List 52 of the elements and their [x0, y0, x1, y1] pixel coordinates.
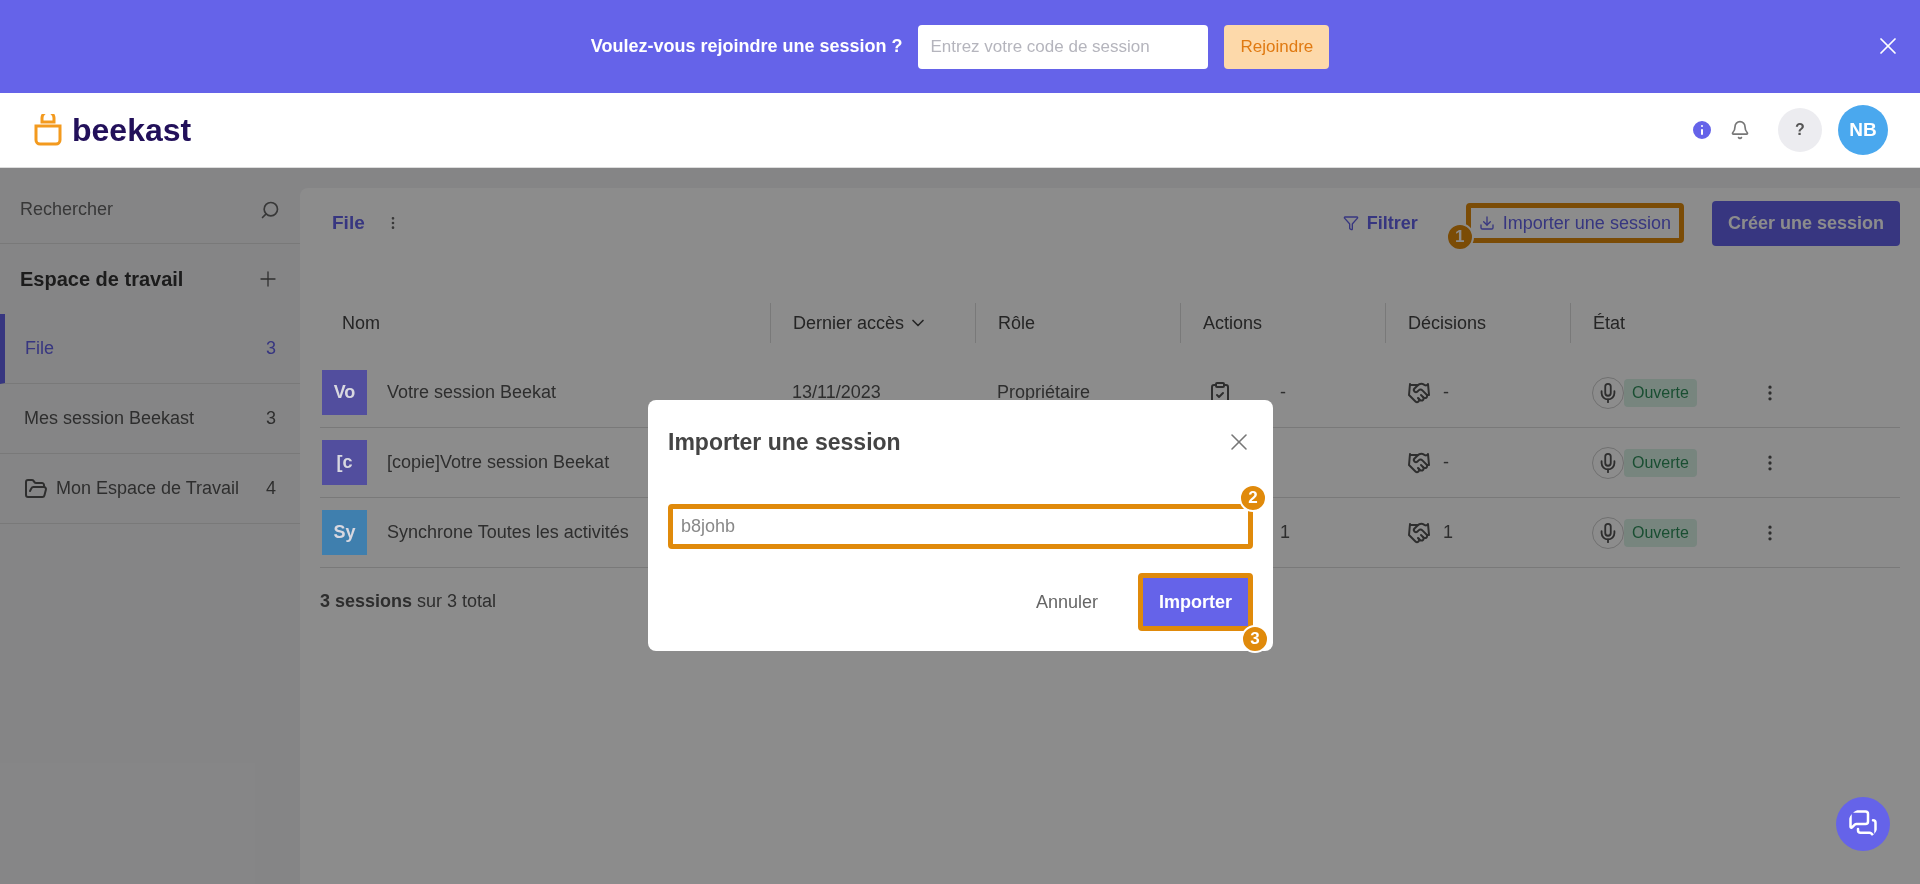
help-button[interactable]: ?: [1778, 108, 1822, 152]
logo-icon: [32, 114, 64, 146]
user-avatar[interactable]: NB: [1838, 105, 1888, 155]
status-badge: Ouverte: [1624, 378, 1697, 407]
column-header: Actions: [1203, 311, 1263, 335]
table-cell-text: -: [1280, 381, 1286, 404]
folder-icon: [24, 476, 48, 501]
step-number-badge: 3: [1241, 625, 1269, 653]
handshake-icon: [1407, 380, 1431, 405]
download-icon: [1478, 215, 1495, 231]
import-button[interactable]: Importer: [1138, 573, 1253, 631]
logo-wordmark: beekast: [72, 111, 192, 150]
handshake-icon: [1407, 450, 1431, 475]
page-title: File: [332, 210, 365, 235]
session-code-input[interactable]: b8johb: [668, 504, 1253, 549]
session-initials: Sy: [322, 510, 367, 555]
column-header: Décisions: [1408, 311, 1487, 335]
session-name[interactable]: Votre session Beekat: [387, 379, 557, 406]
create-session-button[interactable]: Créer une session: [1711, 200, 1900, 246]
column-header: État: [1593, 311, 1626, 335]
dialog-title: Importer une session: [668, 427, 901, 457]
info-icon[interactable]: [1690, 118, 1714, 142]
column-header[interactable]: Dernier accès: [793, 309, 929, 337]
session-initials: [c: [322, 440, 367, 485]
step-number-badge: 1: [1445, 223, 1474, 251]
cancel-button[interactable]: Annuler: [1035, 588, 1098, 616]
workspace-heading: Espace de travail: [20, 267, 184, 292]
join-button[interactable]: Rejoindre: [1224, 24, 1330, 69]
filter-icon: [1342, 215, 1359, 231]
bell-icon[interactable]: [1730, 120, 1750, 140]
table-cell-text: -: [1443, 381, 1449, 404]
session-name[interactable]: Synchrone Toutes les activités: [387, 519, 629, 546]
import-session-button[interactable]: Importer une session: [1465, 203, 1684, 243]
column-header: Nom: [342, 311, 380, 335]
filter-button[interactable]: Filtrer: [1342, 209, 1418, 237]
step-number-badge: 2: [1239, 484, 1267, 512]
table-cell-text: 1: [1443, 521, 1453, 544]
session-name[interactable]: [copie]Votre session Beekat: [387, 449, 610, 476]
handshake-icon: [1407, 520, 1431, 545]
table-cell-text: 1: [1280, 521, 1290, 544]
session-initials: Vo: [322, 370, 367, 415]
column-header: Rôle: [998, 311, 1036, 335]
session-count: 3 sessions sur 3 total: [320, 590, 497, 613]
search-icon[interactable]: [260, 199, 280, 220]
status-badge: Ouverte: [1624, 518, 1697, 547]
join-question: Voulez-vous rejoindre une session ?: [590, 35, 903, 58]
table-cell: 13/11/2023: [792, 382, 881, 402]
status-badge: Ouverte: [1624, 448, 1697, 477]
sidebar-search-field[interactable]: Rechercher: [20, 196, 220, 223]
session-code-field[interactable]: Entrez votre code de session: [918, 24, 1209, 69]
table-cell: Propriétaire: [997, 382, 1091, 402]
table-cell-text: -: [1443, 451, 1449, 474]
